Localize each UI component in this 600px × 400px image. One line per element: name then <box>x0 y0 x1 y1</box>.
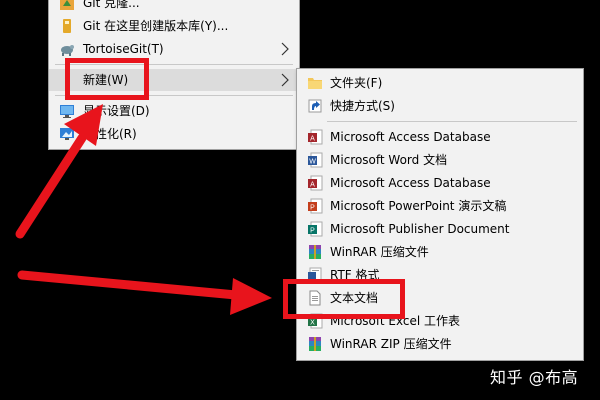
arrow-up-icon <box>15 104 103 239</box>
watermark: 知乎 @布高 <box>490 368 579 387</box>
annotation-arrows <box>15 104 272 315</box>
arrow-right-icon <box>17 270 272 315</box>
